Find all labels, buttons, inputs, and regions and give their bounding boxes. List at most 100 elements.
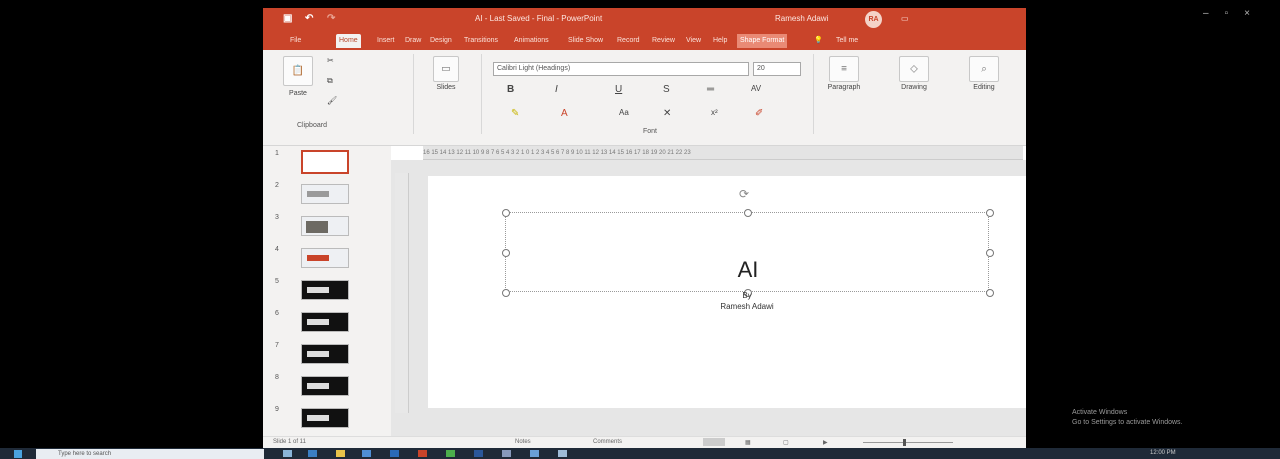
taskbar-search-input[interactable]: Type here to search	[36, 449, 264, 459]
editing-button[interactable]: ⌕	[969, 56, 999, 82]
change-case-icon[interactable]: Aa	[619, 108, 629, 117]
drawing-button[interactable]: ◇	[899, 56, 929, 82]
reading-view-icon[interactable]: ▢	[783, 439, 789, 446]
resize-handle[interactable]	[986, 209, 994, 217]
new-slide-button[interactable]: ▭	[433, 56, 459, 82]
slideshow-icon[interactable]: ▶	[823, 439, 828, 446]
slide-thumbnail[interactable]	[301, 184, 349, 204]
tab-shape-format[interactable]: Shape Format	[737, 34, 788, 48]
undo-icon[interactable]: ↶	[305, 13, 313, 24]
tab-help[interactable]: Help	[710, 34, 730, 48]
thumbnail-text	[307, 255, 329, 261]
tab-file[interactable]: File	[287, 34, 304, 48]
avatar[interactable]: RA	[865, 11, 882, 28]
horizontal-ruler: 16 15 14 13 12 11 10 9 8 7 6 5 4 3 2 1 0…	[423, 146, 1023, 160]
minimize-icon[interactable]: –	[1203, 8, 1225, 19]
store-icon[interactable]	[362, 450, 371, 457]
tab-view[interactable]: View	[683, 34, 704, 48]
bold-button[interactable]: B	[507, 84, 514, 95]
file-explorer-icon[interactable]	[336, 450, 345, 457]
lightbulb-icon[interactable]: 💡	[811, 34, 826, 48]
thumbnail-text	[307, 319, 329, 325]
superscript-icon[interactable]: x²	[711, 108, 718, 117]
underline-button[interactable]: U	[615, 84, 622, 95]
slide-thumbnail[interactable]	[301, 150, 349, 174]
tab-design[interactable]: Design	[427, 34, 455, 48]
tab-slide-show[interactable]: Slide Show	[565, 34, 606, 48]
tab-draw[interactable]: Draw	[402, 34, 424, 48]
maximize-icon[interactable]: ▫	[1225, 8, 1245, 19]
tab-animations[interactable]: Animations	[511, 34, 552, 48]
slide-number: 7	[275, 342, 279, 349]
format-painter-icon[interactable]: 🖌	[327, 96, 337, 105]
slide-thumbnail[interactable]	[301, 248, 349, 268]
resize-handle[interactable]	[986, 249, 994, 257]
ribbon-display-options-icon[interactable]: ▭	[901, 14, 909, 23]
app-taskbar-icon[interactable]	[558, 450, 567, 457]
close-icon[interactable]: ×	[1244, 8, 1266, 19]
notes-button[interactable]: Notes	[515, 439, 531, 445]
resize-handle[interactable]	[502, 209, 510, 217]
redo-icon[interactable]: ↷	[327, 13, 335, 24]
windows-start-icon[interactable]	[14, 450, 22, 458]
paste-button[interactable]: 📋	[283, 56, 313, 86]
slide-canvas[interactable]: ⟳ AI By Ramesh Adawi	[428, 176, 1026, 408]
ribbon: 📋 Paste ✂ ⧉ 🖌 Clipboard ▭ Slides Calibri…	[263, 50, 1026, 146]
drawing-label: Drawing	[901, 84, 927, 91]
slide-sorter-icon[interactable]: ▦	[745, 439, 751, 446]
font-size-select[interactable]: 20	[753, 62, 801, 76]
slide-number: 2	[275, 182, 279, 189]
slide-thumbnail[interactable]	[301, 216, 349, 236]
excel-taskbar-icon[interactable]	[446, 450, 455, 457]
save-icon[interactable]: ▣	[283, 13, 292, 24]
app-taskbar-icon[interactable]	[530, 450, 539, 457]
ribbon-tabs: File Home Insert Draw Design Transitions…	[263, 30, 1026, 50]
character-spacing-icon[interactable]: AV	[751, 84, 761, 93]
slide-thumbnail[interactable]	[301, 280, 349, 300]
shapes-icon: ◇	[910, 63, 918, 75]
powerpoint-taskbar-icon[interactable]	[418, 450, 427, 457]
copy-icon[interactable]: ⧉	[327, 76, 333, 86]
font-color-icon[interactable]: A	[561, 108, 568, 119]
edge-icon[interactable]	[308, 450, 317, 457]
resize-handle[interactable]	[502, 249, 510, 257]
slide-thumbnail[interactable]	[301, 376, 349, 396]
app-taskbar-icon[interactable]	[502, 450, 511, 457]
cut-icon[interactable]: ✂	[327, 56, 334, 65]
paragraph-label: Paragraph	[827, 84, 861, 91]
slide-thumbnail[interactable]	[301, 312, 349, 332]
normal-view-icon[interactable]	[703, 438, 725, 446]
desktop-screen: ▣ ↶ ↷ AI - Last Saved - Final - PowerPoi…	[0, 0, 1280, 459]
strikethrough-button[interactable]: S	[663, 84, 670, 95]
slide-thumbnail[interactable]	[301, 408, 349, 428]
tab-tell-me[interactable]: Tell me	[833, 34, 861, 48]
clear-formatting-icon[interactable]: ✕	[663, 108, 671, 119]
resize-handle[interactable]	[744, 209, 752, 217]
slide-thumbnail[interactable]	[301, 344, 349, 364]
rotate-handle-icon[interactable]: ⟳	[739, 187, 749, 201]
comments-button[interactable]: Comments	[593, 439, 622, 445]
shadow-icon[interactable]: ═	[707, 84, 714, 95]
slides-label: Slides	[436, 84, 456, 91]
tab-review[interactable]: Review	[649, 34, 678, 48]
system-clock[interactable]: 12:00 PM	[1150, 450, 1176, 456]
zoom-slider-thumb[interactable]	[903, 439, 906, 446]
taskbar: Type here to search 12:00 PM	[0, 448, 1280, 459]
tab-record[interactable]: Record	[614, 34, 643, 48]
eraser-icon[interactable]: ✐	[755, 108, 763, 119]
highlight-icon[interactable]: ✎	[511, 108, 519, 119]
mail-icon[interactable]	[390, 450, 399, 457]
slide-subtitle[interactable]: By Ramesh Adawi	[505, 290, 989, 312]
word-taskbar-icon[interactable]	[474, 450, 483, 457]
tab-transitions[interactable]: Transitions	[461, 34, 501, 48]
task-view-icon[interactable]	[283, 450, 292, 457]
slide-thumbnails-pane[interactable]: 1 2 3 4 5 6 7 8 9	[263, 146, 391, 436]
zoom-slider[interactable]	[863, 442, 953, 443]
italic-button[interactable]: I	[555, 84, 558, 95]
font-name-select[interactable]: Calibri Light (Headings)	[493, 62, 749, 76]
title-placeholder[interactable]: AI	[502, 209, 994, 297]
paragraph-button[interactable]: ≡	[829, 56, 859, 82]
tab-insert[interactable]: Insert	[374, 34, 398, 48]
tab-home[interactable]: Home	[336, 34, 361, 48]
user-name[interactable]: Ramesh Adawi	[775, 14, 828, 23]
